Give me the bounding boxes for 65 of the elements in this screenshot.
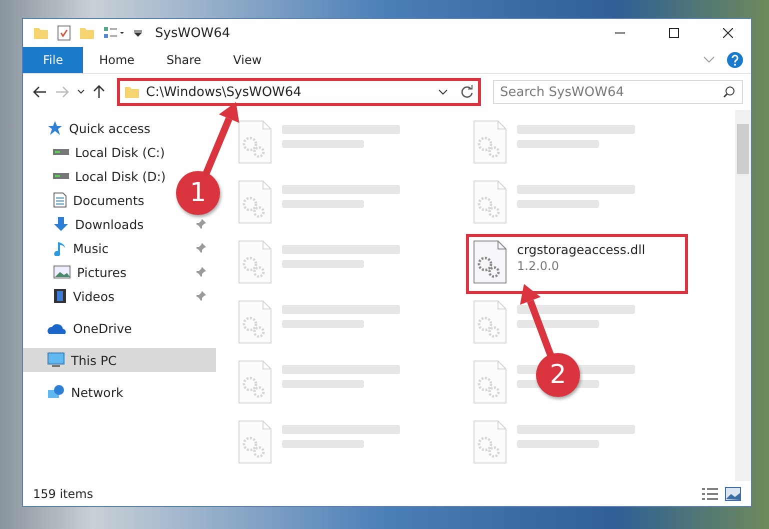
highlighted-file-item[interactable]: crgstorageaccess.dll 1.2.0.0 (466, 234, 688, 294)
sidebar-item[interactable]: Pictures (23, 260, 134, 284)
drive-icon (53, 149, 69, 155)
scrollbar[interactable] (735, 110, 751, 481)
network-icon (47, 384, 65, 400)
sidebar-item[interactable]: Quick access (23, 116, 216, 140)
dll-file-icon (238, 360, 272, 404)
up-button[interactable] (91, 83, 107, 101)
music-note-icon (53, 240, 67, 256)
cloud-icon (47, 321, 67, 335)
maximize-icon (669, 28, 679, 38)
address-field[interactable]: C:\Windows\SysWOW64 (117, 78, 481, 106)
monitor-icon (47, 352, 65, 368)
file-name: crgstorageaccess.dll (517, 242, 646, 257)
chevron-down-icon (77, 89, 85, 95)
address-path: C:\Windows\SysWOW64 (146, 84, 302, 100)
folder-icon (33, 25, 49, 41)
sidebar-item[interactable]: Network (23, 380, 216, 404)
thumbnail-view-icon[interactable] (725, 486, 741, 500)
ribbon-tab[interactable]: Share (150, 47, 218, 73)
dropdown-caret-icon[interactable] (133, 28, 143, 38)
dll-file-icon (238, 180, 272, 224)
sidebar-item[interactable]: Local Disk (D:) (23, 164, 174, 188)
sidebar-item[interactable]: Downloads (23, 212, 152, 236)
sidebar-item[interactable]: OneDrive (23, 316, 216, 340)
picture-icon (53, 265, 71, 279)
dll-file-icon (473, 180, 507, 224)
refresh-icon[interactable] (460, 85, 474, 99)
file-menu-tab[interactable]: File (23, 47, 84, 73)
dll-file-icon (238, 300, 272, 344)
view-menu-icon[interactable] (103, 26, 125, 40)
film-icon (53, 288, 67, 304)
item-count: 159 items (33, 486, 94, 500)
dll-file-icon (238, 120, 272, 164)
sidebar-item[interactable]: This PC (23, 348, 216, 372)
document-icon (53, 192, 67, 208)
folder-icon (124, 84, 140, 100)
dll-file-icon (238, 240, 272, 284)
window-title: SysWOW64 (155, 26, 232, 40)
dll-file-icon (473, 240, 507, 284)
download-arrow-icon (53, 216, 69, 232)
close-icon (723, 28, 733, 38)
star-icon (47, 120, 63, 136)
search-field[interactable]: Search SysWOW64 (493, 80, 743, 104)
dropdown-caret-icon[interactable] (438, 89, 448, 95)
dll-file-icon (473, 360, 507, 404)
details-view-icon[interactable] (701, 486, 719, 500)
folder-icon (79, 25, 95, 41)
file-detail: 1.2.0.0 (517, 259, 560, 273)
sidebar-item[interactable]: Documents (23, 188, 152, 212)
search-icon (723, 86, 735, 98)
back-button[interactable] (31, 84, 49, 100)
sidebar-item[interactable]: Videos (23, 284, 123, 308)
ribbon-tab[interactable]: View (217, 47, 278, 73)
properties-icon (57, 25, 71, 41)
sidebar-item[interactable]: Music (23, 236, 117, 260)
dll-file-icon (473, 300, 507, 344)
help-icon[interactable] (727, 52, 743, 68)
sidebar-item[interactable]: Local Disk (C:) (23, 140, 173, 164)
dll-file-icon (473, 420, 507, 464)
expand-ribbon-icon[interactable] (703, 56, 715, 64)
dll-file-icon (473, 120, 507, 164)
drive-icon (53, 173, 69, 179)
ribbon-tab[interactable]: Home (83, 47, 151, 73)
dll-file-icon (238, 420, 272, 464)
